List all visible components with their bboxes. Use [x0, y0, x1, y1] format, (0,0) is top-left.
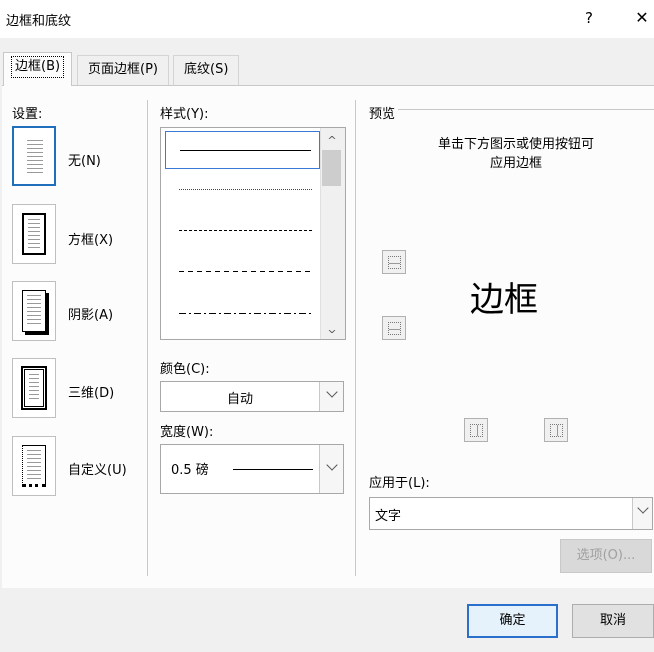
- help-button[interactable]: ?: [578, 6, 600, 30]
- style-item-small-dash[interactable]: [165, 212, 320, 250]
- preview-heading: 预览: [369, 107, 396, 122]
- width-heading: 宽度(W):: [160, 425, 214, 440]
- style-item-dash-dot[interactable]: [165, 295, 320, 333]
- setting-3d-label[interactable]: 三维(D): [68, 382, 114, 401]
- preview-sample[interactable]: 边框: [470, 272, 538, 321]
- apply-to-heading: 应用于(L):: [369, 476, 430, 491]
- scroll-up-icon[interactable]: ^: [322, 134, 342, 147]
- top-border-icon[interactable]: [382, 250, 406, 274]
- chevron-down-icon[interactable]: [319, 445, 343, 493]
- right-border-icon[interactable]: [544, 418, 568, 442]
- tab-borders[interactable]: 边框(B): [3, 52, 73, 86]
- width-value: 0.5 磅: [171, 463, 209, 478]
- setting-3d-icon[interactable]: [12, 358, 56, 418]
- setting-box-label[interactable]: 方框(X): [68, 229, 113, 248]
- color-dropdown[interactable]: 自动: [160, 381, 344, 412]
- column-divider: [147, 100, 148, 576]
- tab-shading[interactable]: 底纹(S): [173, 55, 240, 85]
- column-divider: [355, 100, 356, 576]
- style-item-dotted[interactable]: [165, 171, 320, 209]
- scroll-down-icon[interactable]: ^: [322, 322, 342, 335]
- setting-none-icon[interactable]: [12, 126, 56, 186]
- setting-shadow-label[interactable]: 阴影(A): [68, 304, 113, 323]
- color-value: 自动: [226, 392, 253, 407]
- chevron-down-icon[interactable]: [319, 382, 343, 411]
- style-listbox[interactable]: [160, 127, 346, 340]
- style-item-solid[interactable]: [165, 131, 320, 169]
- preview-hint: 单击下方图示或使用按钮可 应用边框: [437, 137, 594, 171]
- scrollbar-thumb[interactable]: [322, 150, 341, 186]
- cancel-button[interactable]: 取消: [572, 604, 654, 638]
- setting-shadow-icon[interactable]: [12, 281, 56, 341]
- width-sample-line: [233, 469, 313, 470]
- apply-to-value: 文字: [375, 509, 402, 524]
- settings-heading: 设置:: [12, 107, 43, 122]
- setting-none-label[interactable]: 无(N): [68, 150, 101, 169]
- tab-strip: 边框(B) 页面边框(P) 底纹(S): [0, 52, 654, 86]
- ok-button[interactable]: 确定: [467, 604, 558, 638]
- setting-box-icon[interactable]: [12, 204, 56, 264]
- width-dropdown[interactable]: 0.5 磅: [160, 444, 344, 494]
- style-heading: 样式(Y):: [160, 107, 209, 122]
- setting-custom-icon[interactable]: [12, 436, 56, 496]
- tab-page-border[interactable]: 页面边框(P): [77, 55, 169, 85]
- dialog-title: 边框和底纹: [6, 14, 72, 29]
- style-item-dash[interactable]: [165, 253, 320, 291]
- setting-custom-label[interactable]: 自定义(U): [68, 459, 127, 478]
- bottom-border-icon[interactable]: [382, 316, 406, 340]
- options-button[interactable]: 选项(O)...: [560, 539, 652, 573]
- title-bar: [0, 0, 654, 38]
- apply-to-dropdown[interactable]: 文字: [369, 497, 653, 530]
- left-border-icon[interactable]: [464, 418, 488, 442]
- color-heading: 颜色(C):: [160, 362, 210, 377]
- chevron-down-icon[interactable]: [632, 498, 652, 529]
- close-icon[interactable]: ✕: [630, 6, 654, 30]
- preview-group-line: [398, 109, 654, 110]
